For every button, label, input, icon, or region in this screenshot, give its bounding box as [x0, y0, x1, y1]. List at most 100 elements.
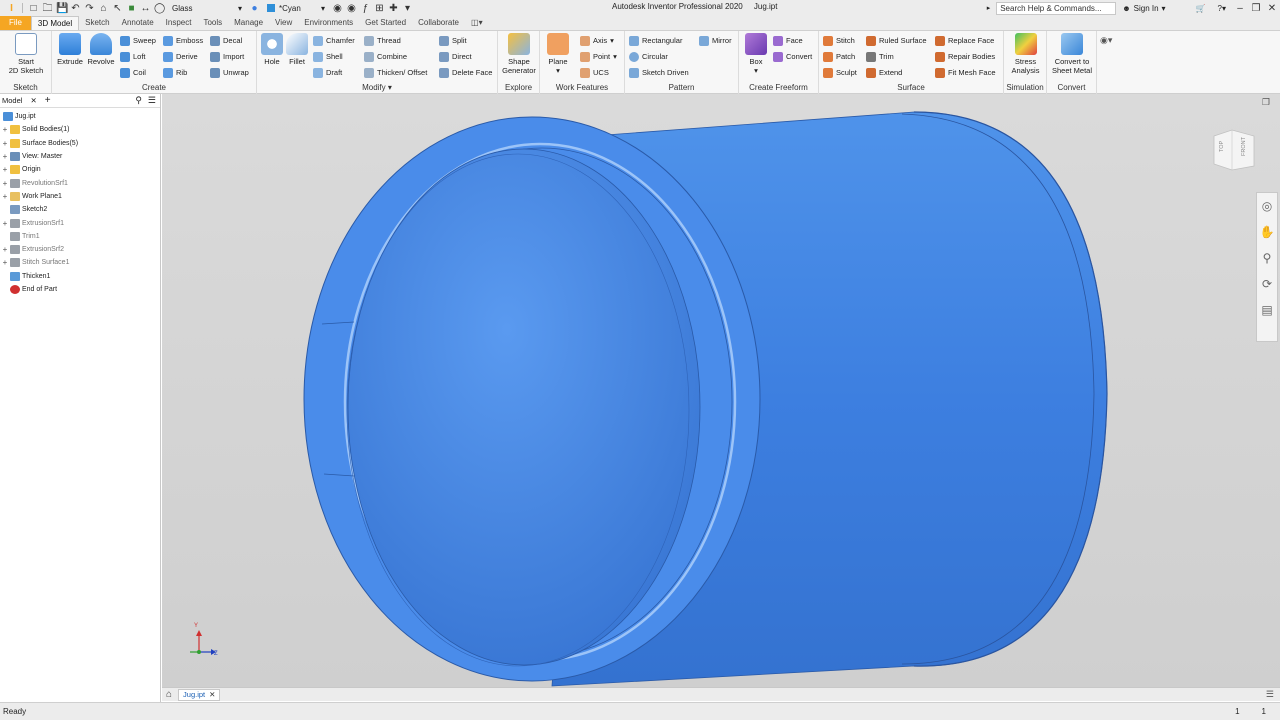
thread-button[interactable]: Thread [364, 34, 401, 47]
tree-node[interactable]: + View: Master [0, 150, 160, 163]
group-label-modify[interactable]: Modify ▾ [257, 83, 497, 92]
tab-inspect[interactable]: Inspect [160, 16, 198, 30]
ucs-button[interactable]: UCS [580, 66, 609, 79]
extrude-button[interactable]: Extrude [54, 33, 86, 66]
clear-appearance-icon[interactable]: ◉ [332, 3, 343, 14]
graphics-window[interactable]: TOP FRONT Y Z ❐ [162, 94, 1280, 687]
tab-3d-model[interactable]: 3D Model [30, 16, 80, 30]
tree-node[interactable]: Trim1 [0, 230, 160, 243]
add-browser-icon[interactable]: + [45, 95, 51, 106]
tab-view[interactable]: View [269, 16, 298, 30]
update-icon[interactable]: ■ [126, 3, 137, 14]
help-icon[interactable]: ?▾ [1218, 4, 1226, 13]
stitch-button[interactable]: Stitch [823, 34, 855, 47]
tree-node[interactable]: + Work Plane1 [0, 190, 160, 203]
repair-bodies-button[interactable]: Repair Bodies [935, 50, 995, 63]
rib-button[interactable]: Rib [163, 66, 187, 79]
menu-icon[interactable]: ☰ [148, 95, 156, 106]
sketch-driven-pattern-button[interactable]: Sketch Driven [629, 66, 689, 79]
appearance-select[interactable]: *Cyan ▾ [263, 2, 329, 14]
home-icon[interactable]: ⌂ [166, 689, 172, 700]
tree-node[interactable]: + RevolutionSrf1 [0, 176, 160, 189]
replace-face-button[interactable]: Replace Face [935, 34, 994, 47]
ilogic-icon[interactable]: ⊞ [374, 3, 385, 14]
tree-node[interactable]: Sketch2 [0, 203, 160, 216]
workplane-icon[interactable]: ✚ [388, 3, 399, 14]
browser-tab-model[interactable]: Model [2, 96, 22, 105]
tree-node[interactable]: + Origin [0, 163, 160, 176]
stress-analysis-button[interactable]: Stress Analysis [1006, 33, 1045, 75]
expand-icon[interactable]: + [0, 152, 10, 161]
extend-button[interactable]: Extend [866, 66, 902, 79]
ruled-surface-button[interactable]: Ruled Surface [866, 34, 927, 47]
thicken-offset-button[interactable]: Thicken/ Offset [364, 66, 427, 79]
pan-icon[interactable]: ✋ [1257, 219, 1277, 245]
tab-file[interactable]: File [0, 16, 31, 30]
axis-button[interactable]: Axis ▾ [580, 34, 614, 47]
tab-collaborate[interactable]: Collaborate [412, 16, 465, 30]
tab-get-started[interactable]: Get Started [359, 16, 412, 30]
plane-button[interactable]: Plane ▾ [543, 33, 573, 75]
trim-button[interactable]: Trim [866, 50, 894, 63]
expand-icon[interactable]: + [0, 125, 10, 134]
tree-node[interactable]: + ExtrusionSrf2 [0, 243, 160, 256]
tree-node[interactable]: Thicken1 [0, 270, 160, 283]
circular-pattern-button[interactable]: Circular [629, 50, 668, 63]
tree-node[interactable]: + Stitch Surface1 [0, 256, 160, 269]
undo-icon[interactable]: ↶ [70, 3, 81, 14]
rectangular-pattern-button[interactable]: Rectangular [629, 34, 682, 47]
orbit-icon[interactable]: ⟳ [1257, 271, 1277, 297]
search-icon[interactable]: ⚲ [135, 95, 142, 106]
home-icon[interactable]: ⌂ [98, 3, 109, 14]
model-viewport[interactable]: TOP FRONT Y Z [162, 94, 1280, 687]
search-input[interactable]: Search Help & Commands... [996, 1, 1117, 15]
hole-button[interactable]: Hole [259, 33, 285, 66]
split-button[interactable]: Split [439, 34, 467, 47]
shell-button[interactable]: Shell [313, 50, 343, 63]
coil-button[interactable]: Coil [120, 66, 146, 79]
patch-button[interactable]: Patch [823, 50, 855, 63]
box-button[interactable]: Box ▾ [741, 33, 771, 75]
expand-icon[interactable]: + [0, 219, 10, 228]
tab-annotate[interactable]: Annotate [116, 16, 160, 30]
tab-manage[interactable]: Manage [228, 16, 269, 30]
revolve-button[interactable]: Revolve [85, 33, 117, 66]
doc-tab-menu-icon[interactable]: ☰ [1266, 689, 1274, 700]
material-icon[interactable]: ◯ [154, 3, 165, 14]
delete-face-button[interactable]: Delete Face [439, 66, 492, 79]
sweep-button[interactable]: Sweep [120, 34, 156, 47]
point-button[interactable]: Point ▾ [580, 50, 617, 63]
zoom-icon[interactable]: ⚲ [1257, 245, 1277, 271]
material-select[interactable]: Glass ▾ [168, 2, 246, 14]
start-2d-sketch-button[interactable]: Start 2D Sketch [6, 33, 46, 75]
combine-button[interactable]: Combine [364, 50, 407, 63]
doc-tab-jug[interactable]: Jug.ipt ✕ [178, 688, 221, 701]
tab-sketch[interactable]: Sketch [79, 16, 115, 30]
inventor-logo-icon[interactable]: I [6, 3, 17, 14]
loft-button[interactable]: Loft [120, 50, 146, 63]
fit-mesh-face-button[interactable]: Fit Mesh Face [935, 66, 996, 79]
tab-tools[interactable]: Tools [197, 16, 228, 30]
parameters-icon[interactable]: ƒ [360, 3, 371, 14]
tab-environments[interactable]: Environments [298, 16, 359, 30]
cart-icon[interactable]: 🛒 [1196, 4, 1206, 13]
tree-node[interactable]: + ExtrusionSrf1 [0, 216, 160, 229]
tree-node[interactable]: End of Part [0, 283, 160, 296]
viewcube-top-label[interactable]: TOP [1219, 140, 1225, 152]
tree-node[interactable]: + Solid Bodies(1) [0, 123, 160, 136]
chamfer-button[interactable]: Chamfer [313, 34, 355, 47]
sign-in-link[interactable]: ☻ Sign In ▾ [1122, 4, 1165, 13]
draft-button[interactable]: Draft [313, 66, 342, 79]
face-button[interactable]: Face [773, 34, 803, 47]
convert-to-sheet-metal-button[interactable]: Convert to Sheet Metal [1049, 33, 1095, 75]
sculpt-button[interactable]: Sculpt [823, 66, 857, 79]
convert-button[interactable]: Convert [773, 50, 812, 63]
expand-icon[interactable]: + [0, 258, 10, 267]
tree-node[interactable]: + Surface Bodies(5) [0, 137, 160, 150]
maximize-viewport-icon[interactable]: ❐ [1262, 97, 1270, 108]
select-icon[interactable]: ↖ [112, 3, 123, 14]
mirror-button[interactable]: Mirror [699, 34, 732, 47]
shape-generator-button[interactable]: Shape Generator [500, 33, 538, 75]
ribbon-options-icon[interactable]: ◉▾ [1100, 35, 1112, 46]
minimize-icon[interactable]: – [1232, 3, 1248, 14]
